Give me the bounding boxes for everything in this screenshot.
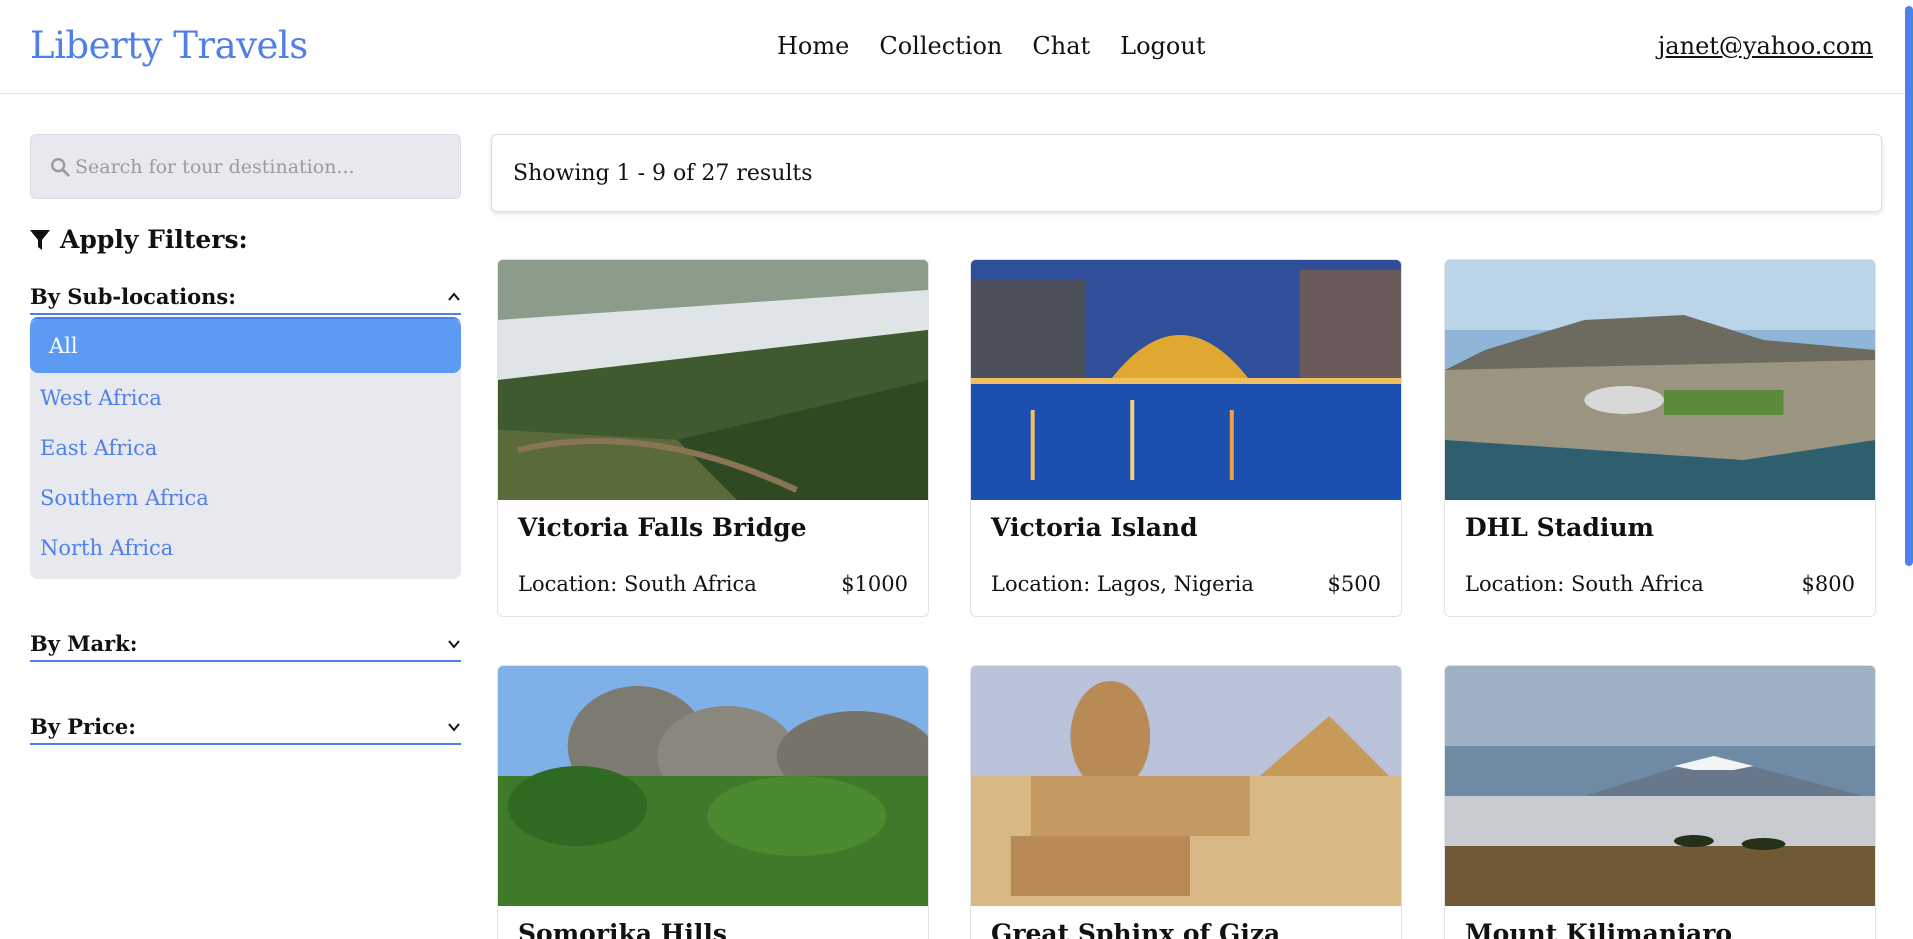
- tour-title: Victoria Island: [991, 513, 1198, 542]
- filter-sidebar: Apply Filters: By Sub-locations: All Wes…: [30, 134, 461, 745]
- tour-meta: Location: South Africa $800: [1445, 542, 1875, 616]
- results-count-bar: Showing 1 - 9 of 27 results: [491, 134, 1882, 212]
- tour-card[interactable]: Victoria Falls Bridge Location: South Af…: [497, 259, 929, 617]
- mark-label: By Mark:: [30, 631, 138, 656]
- mark-toggle[interactable]: By Mark:: [30, 631, 461, 662]
- tour-title: Somorika Hills: [518, 919, 727, 939]
- tour-meta: Location: South Africa $1000: [498, 542, 928, 616]
- price-filter: By Price:: [30, 714, 461, 745]
- filters-heading: Apply Filters:: [30, 225, 461, 254]
- sub-location-west-africa[interactable]: West Africa: [30, 373, 461, 423]
- top-navbar: Liberty Travels Home Collection Chat Log…: [0, 0, 1913, 94]
- tour-price: $800: [1801, 572, 1855, 596]
- tour-card[interactable]: Great Sphinx of Giza: [970, 665, 1402, 939]
- sub-location-north-africa[interactable]: North Africa: [30, 523, 461, 573]
- search-icon: [51, 157, 70, 177]
- sub-locations-list: All West Africa East Africa Southern Afr…: [30, 317, 461, 579]
- tour-title: Great Sphinx of Giza: [991, 919, 1281, 939]
- chevron-up-icon: [448, 291, 460, 301]
- search-box[interactable]: [30, 134, 461, 199]
- sub-locations-filter: By Sub-locations: All West Africa East A…: [30, 284, 461, 579]
- nav-logout[interactable]: Logout: [1120, 32, 1205, 60]
- tour-card[interactable]: DHL Stadium Location: South Africa $800: [1444, 259, 1876, 617]
- tour-image-mount-kilimanjaro: [1445, 666, 1875, 906]
- mark-filter: By Mark:: [30, 631, 461, 662]
- results-count-text: Showing 1 - 9 of 27 results: [513, 160, 813, 186]
- tour-card[interactable]: Mount Kilimanjaro: [1444, 665, 1876, 939]
- tour-location: Location: South Africa: [518, 572, 757, 596]
- main-nav: Home Collection Chat Logout: [777, 32, 1205, 60]
- tour-card[interactable]: Victoria Island Location: Lagos, Nigeria…: [970, 259, 1402, 617]
- tour-price: $500: [1327, 572, 1381, 596]
- tour-image-victoria-island: [971, 260, 1401, 500]
- chevron-down-icon: [448, 722, 460, 732]
- brand-logo[interactable]: Liberty Travels: [30, 24, 308, 67]
- tour-location: Location: South Africa: [1465, 572, 1704, 596]
- sub-location-east-africa[interactable]: East Africa: [30, 423, 461, 473]
- tour-image-somorika-hills: [498, 666, 928, 906]
- filters-title: Apply Filters:: [60, 225, 248, 254]
- user-email-link[interactable]: janet@yahoo.com: [1658, 32, 1873, 60]
- sub-location-southern-africa[interactable]: Southern Africa: [30, 473, 461, 523]
- tour-image-victoria-falls: [498, 260, 928, 500]
- chevron-down-icon: [448, 639, 460, 649]
- tour-location: Location: Lagos, Nigeria: [991, 572, 1254, 596]
- nav-collection[interactable]: Collection: [879, 32, 1002, 60]
- search-input[interactable]: [75, 155, 445, 178]
- tour-image-great-sphinx: [971, 666, 1401, 906]
- funnel-icon: [30, 229, 50, 250]
- tour-title: Mount Kilimanjaro: [1465, 919, 1733, 939]
- scrollbar-track[interactable]: [1905, 0, 1913, 939]
- tour-card[interactable]: Somorika Hills: [497, 665, 929, 939]
- tour-title: Victoria Falls Bridge: [518, 513, 807, 542]
- tour-title: DHL Stadium: [1465, 513, 1654, 542]
- tour-price: $1000: [841, 572, 908, 596]
- tour-meta: Location: Lagos, Nigeria $500: [971, 542, 1401, 616]
- tour-image-dhl-stadium: [1445, 260, 1875, 500]
- scrollbar-thumb[interactable]: [1905, 6, 1913, 566]
- price-label: By Price:: [30, 714, 136, 739]
- sub-location-all[interactable]: All: [30, 319, 461, 373]
- nav-home[interactable]: Home: [777, 32, 849, 60]
- price-toggle[interactable]: By Price:: [30, 714, 461, 745]
- sub-locations-toggle[interactable]: By Sub-locations:: [30, 284, 461, 315]
- nav-chat[interactable]: Chat: [1032, 32, 1090, 60]
- sub-locations-label: By Sub-locations:: [30, 284, 237, 309]
